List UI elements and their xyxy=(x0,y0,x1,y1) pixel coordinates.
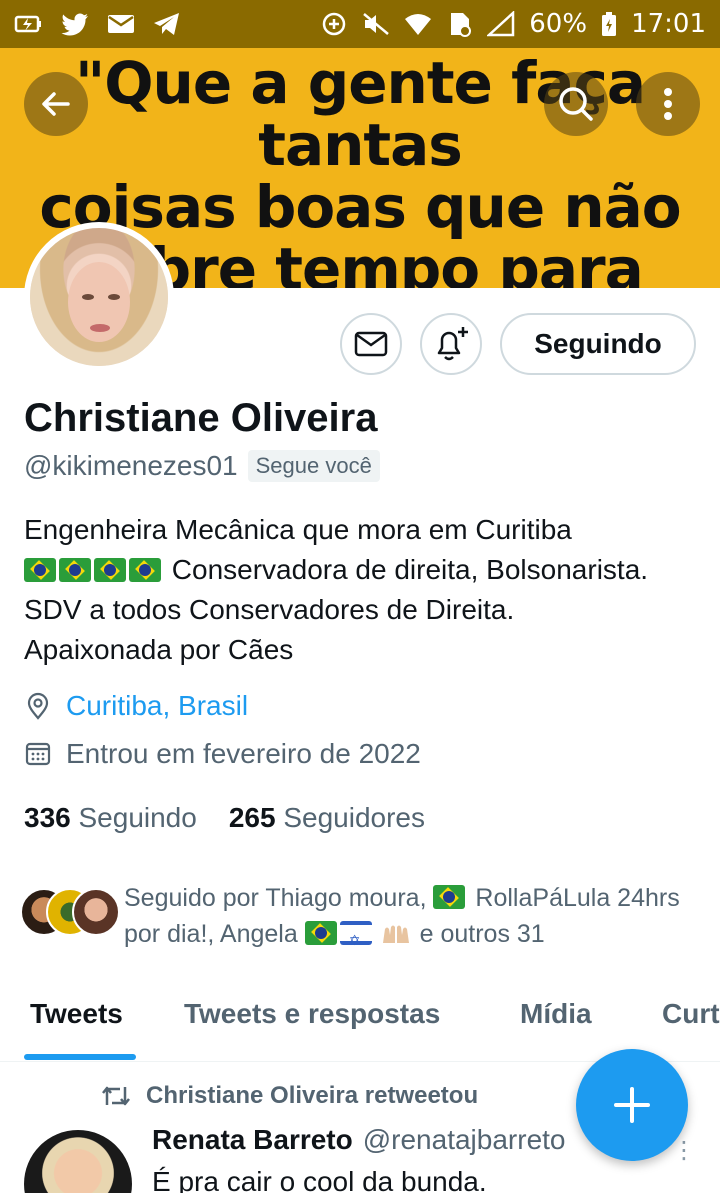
praising-hands-icon xyxy=(382,925,409,943)
battery-saver-icon xyxy=(14,15,41,33)
data-saver-icon xyxy=(323,12,346,36)
joined-date: Entrou em fevereiro de 2022 xyxy=(66,738,421,769)
wifi-icon xyxy=(405,14,432,35)
search-icon xyxy=(559,87,593,121)
followed-by-part: Seguido por Thiago moura, xyxy=(124,884,427,912)
telegram-notification-icon xyxy=(154,13,179,35)
signal-icon xyxy=(487,11,515,37)
profile-bio: Engenheira Mecânica que mora em Curitiba… xyxy=(24,510,714,670)
follows-you-badge: Segue você xyxy=(247,450,380,482)
tweet-author-avatar[interactable] xyxy=(24,1130,132,1193)
bio-line: SDV a todos Conservadores de Direita. xyxy=(24,594,515,625)
tweet-text: É pra cair o cool da bunda. xyxy=(152,1166,487,1193)
bio-text: Conservadora de direita, Bolsonarista. xyxy=(171,554,649,585)
search-button[interactable] xyxy=(544,72,608,136)
location-pin-icon xyxy=(27,692,49,720)
followed-by-part: por dia!, Angela xyxy=(124,920,298,948)
message-button[interactable] xyxy=(340,313,402,375)
tweet-header: Renata Barreto @renatajbarreto xyxy=(152,1124,566,1156)
tweet-author-name[interactable]: Renata Barreto xyxy=(152,1124,353,1156)
vertical-dots-icon xyxy=(664,88,672,120)
israel-flag-icon xyxy=(339,921,372,958)
arrow-left-icon xyxy=(42,92,70,116)
handle-row: @kikimenezes01 Segue você xyxy=(24,450,380,482)
status-bar: 60% 17:01 xyxy=(0,0,720,48)
brazil-flag-icon xyxy=(24,558,56,582)
following-count-link[interactable]: 336 Seguindo xyxy=(24,802,197,834)
location-link[interactable]: Curitiba, Brasil xyxy=(66,690,248,722)
retweet-icon xyxy=(102,1086,130,1106)
tab-tweets[interactable]: Tweets xyxy=(30,990,123,1030)
clock: 17:01 xyxy=(631,9,706,39)
tab-tweets-and-replies[interactable]: Tweets e respostas xyxy=(184,990,440,1030)
mute-icon xyxy=(363,13,390,35)
brazil-flag-icon xyxy=(94,558,126,582)
avatar xyxy=(72,888,120,936)
profile-avatar[interactable] xyxy=(24,222,174,372)
following-label: Seguindo xyxy=(78,802,197,833)
bell-plus-icon xyxy=(437,327,468,361)
tweet-author-handle: @renatajbarreto xyxy=(362,1124,566,1155)
retweet-context: Christiane Oliveira retweetou xyxy=(100,1082,478,1110)
following-count: 336 xyxy=(24,802,71,833)
followed-by-part: RollaPáLula 24hrs xyxy=(475,884,680,912)
back-button[interactable] xyxy=(24,72,88,136)
location-row: Curitiba, Brasil xyxy=(24,690,248,722)
followed-by-text: Seguido por Thiago moura, RollaPáLula 24… xyxy=(124,880,714,958)
notifications-button[interactable] xyxy=(420,313,482,375)
bio-line: Conservadora de direita, Bolsonarista. xyxy=(24,550,714,590)
profile-name: Christiane Oliveira xyxy=(24,396,378,440)
tab-likes[interactable]: Curtidas xyxy=(662,990,720,1030)
plus-icon xyxy=(614,1087,650,1123)
followers-label: Seguidores xyxy=(283,802,425,833)
followed-by-part: e outros 31 xyxy=(419,920,545,948)
twitter-notification-icon xyxy=(61,13,88,36)
followers-count-link[interactable]: 265 Seguidores xyxy=(229,802,425,834)
tab-media[interactable]: Mídia xyxy=(520,990,592,1030)
profile-handle: @kikimenezes01 xyxy=(24,450,238,481)
brazil-flag-icon xyxy=(129,558,161,582)
following-button[interactable]: Seguindo xyxy=(500,313,696,375)
email-notification-icon xyxy=(108,15,134,33)
sim-card-icon xyxy=(451,13,472,37)
bio-line: Engenheira Mecânica que mora em Curitiba xyxy=(24,514,572,545)
active-tab-indicator xyxy=(24,1054,136,1060)
bio-line: Apaixonada por Cães xyxy=(24,634,294,665)
battery-percent: 60% xyxy=(529,9,588,39)
more-options-button[interactable] xyxy=(636,72,700,136)
followers-count: 265 xyxy=(228,802,276,833)
brazil-flag-icon xyxy=(304,921,337,945)
profile-tabs: Tweets Tweets e respostas Mídia Curtidas xyxy=(0,990,720,1062)
retweet-label: Christiane Oliveira retweetou xyxy=(146,1082,479,1109)
battery-icon xyxy=(602,12,617,36)
compose-tweet-button[interactable] xyxy=(576,1049,688,1161)
joined-row: Entrou em fevereiro de 2022 xyxy=(24,738,421,770)
brazil-flag-icon xyxy=(433,885,466,909)
brazil-flag-icon xyxy=(59,558,91,582)
followed-by-avatars xyxy=(20,888,120,938)
calendar-icon xyxy=(25,742,51,766)
envelope-icon xyxy=(354,331,388,357)
follow-counts: 336 Seguindo 265 Seguidores xyxy=(24,802,425,834)
tweet-more-icon[interactable]: ⋮ xyxy=(672,1136,696,1165)
